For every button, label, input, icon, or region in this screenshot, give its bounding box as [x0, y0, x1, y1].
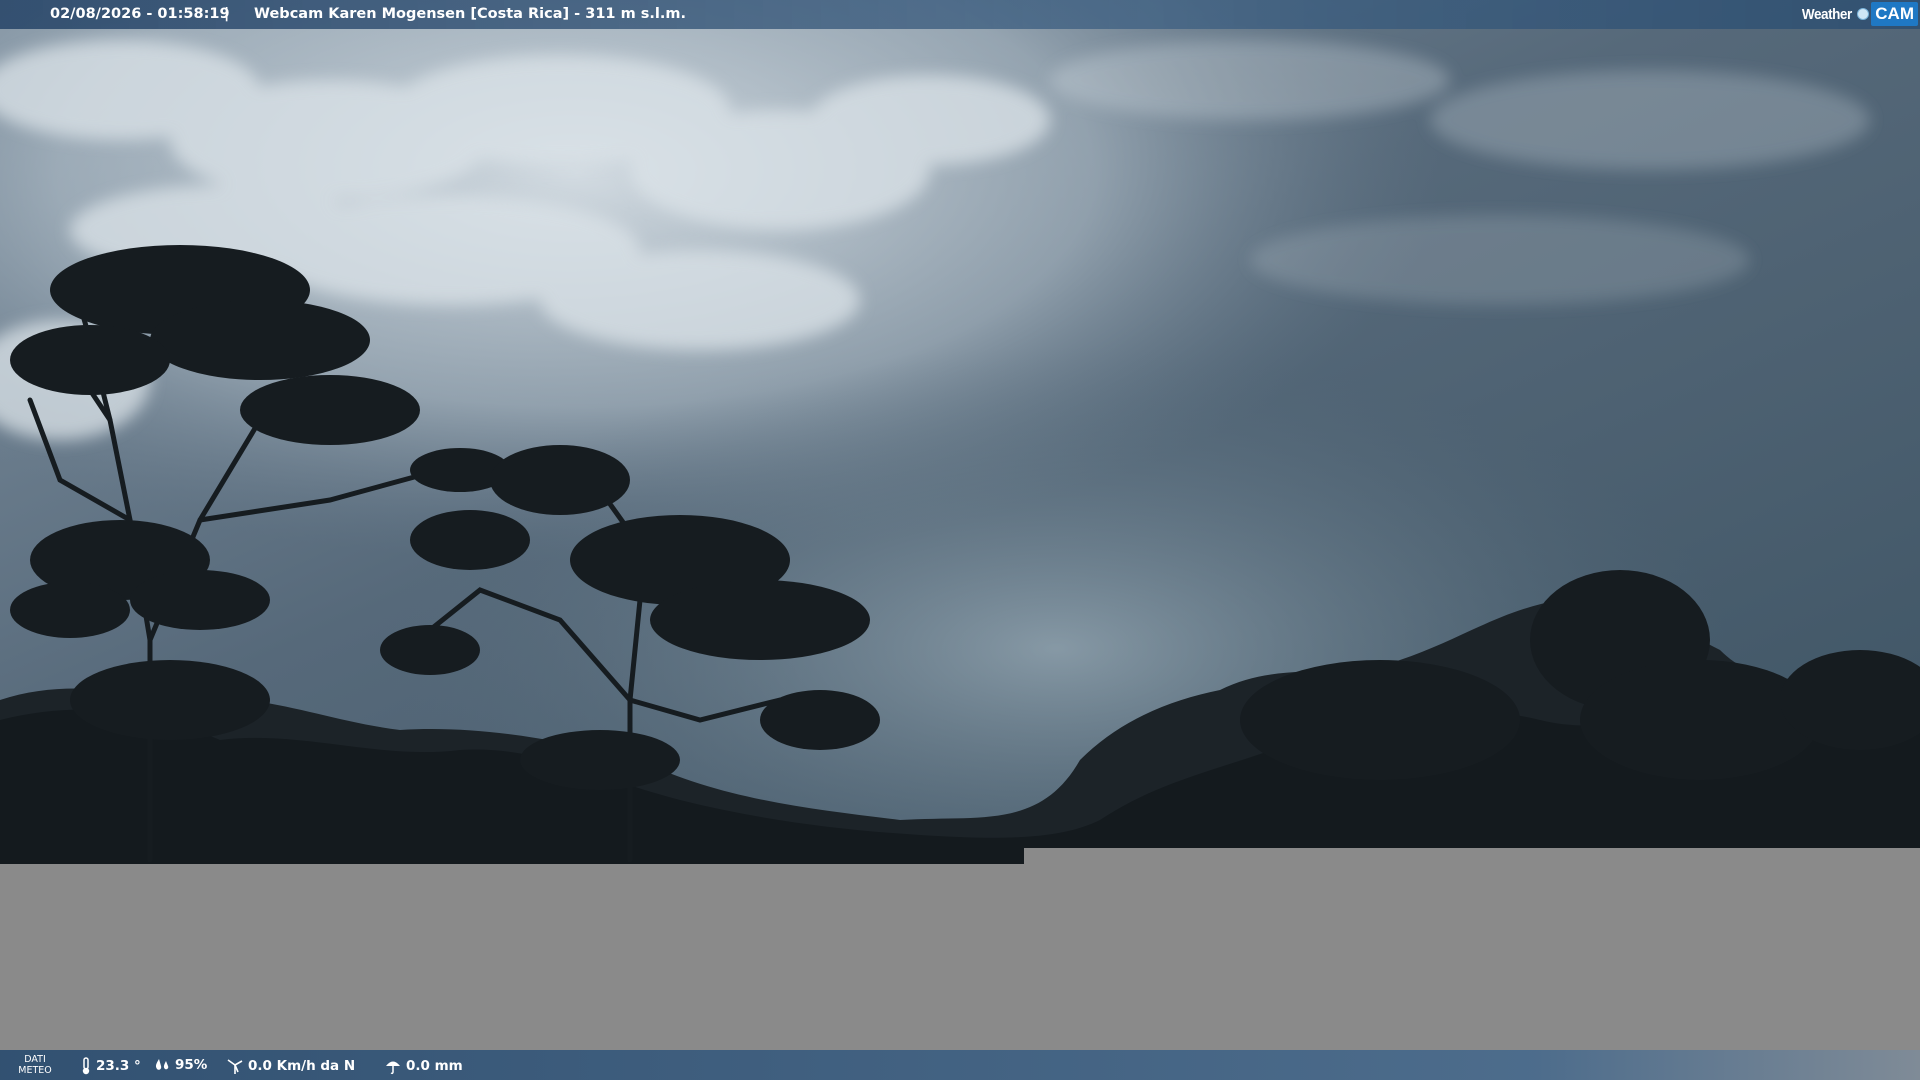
webcam-image: [0, 0, 1920, 1080]
wind-value: 0.0 Km/h da N: [248, 1058, 356, 1074]
label-line2: METEO: [18, 1065, 52, 1076]
weather-data-label: DATI METEO: [17, 1054, 53, 1076]
temperature-metric: 23.3 °: [80, 1057, 141, 1075]
timestamp: 02/08/2026 - 01:58:19: [50, 6, 230, 22]
separator: |: [224, 6, 230, 22]
top-overlay-bar: 02/08/2026 - 01:58:19 | Webcam Karen Mog…: [0, 0, 1920, 29]
gray-fill: [0, 848, 1920, 1080]
rain-value: 0.0 mm: [406, 1058, 463, 1074]
umbrella-icon: [386, 1061, 400, 1075]
humidity-drops-icon: [155, 1059, 169, 1070]
webcam-title: Webcam Karen Mogensen [Costa Rica] - 311…: [254, 6, 686, 22]
rain-metric: 0.0 mm: [384, 1057, 463, 1075]
wind-metric: 0.0 Km/h da N: [226, 1057, 355, 1075]
weather-data-bar: DATI METEO 23.3 ° 95% 0.0 Km/h da N 0.0 …: [0, 1050, 1920, 1080]
weathercam-logo: Weather CAM: [1799, 1, 1918, 27]
logo-dot-icon: [1857, 8, 1870, 20]
humidity-value: 95%: [175, 1057, 208, 1073]
temperature-value: 23.3 °: [96, 1058, 141, 1074]
logo-weather-text: Weather: [1801, 5, 1852, 23]
wind-turbine-icon: [227, 1059, 243, 1074]
logo-cam-text: CAM: [1871, 2, 1918, 26]
thermometer-icon: [82, 1057, 90, 1075]
label-line1: DATI: [24, 1054, 46, 1065]
humidity-metric: 95%: [153, 1057, 207, 1073]
